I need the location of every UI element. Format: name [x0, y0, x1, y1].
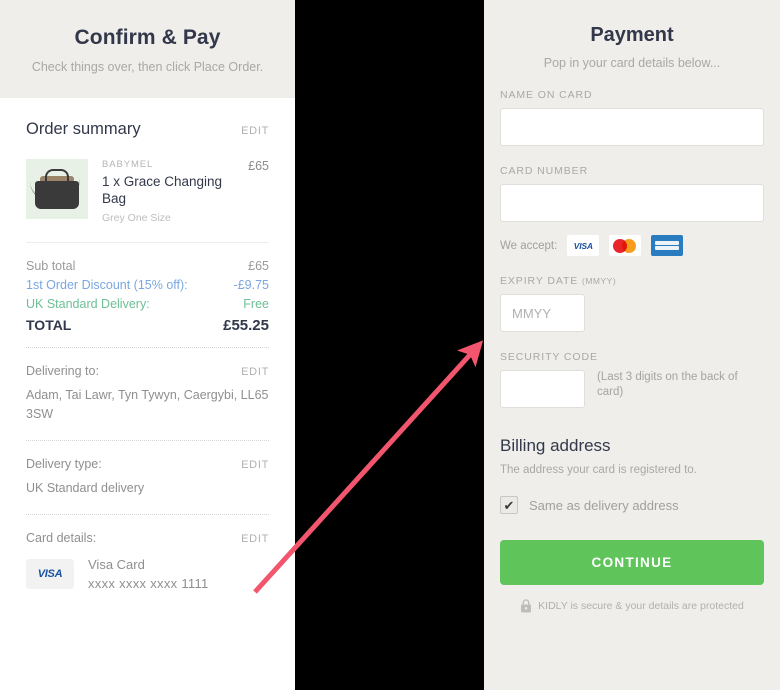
- order-summary-title: Order summary: [26, 120, 141, 138]
- confirm-body: Order summary EDIT BABYMEL 1 x Grace Cha…: [0, 98, 295, 607]
- delivery-type-header: Delivery type: EDIT: [26, 457, 269, 471]
- delivery-type-label: Delivery type:: [26, 457, 102, 471]
- total-label: UK Standard Delivery:: [26, 297, 150, 311]
- bag-body-shape: [35, 181, 79, 209]
- expiry-date-label-text: EXPIRY DATE: [500, 275, 579, 287]
- product-variant: Grey One Size: [102, 212, 171, 224]
- visa-icon: VISA: [567, 235, 600, 256]
- saved-card-text: Visa Card xxxx xxxx xxxx 1111: [74, 557, 209, 591]
- visa-icon: VISA: [26, 559, 74, 589]
- payment-panel: Payment Pop in your card details below..…: [484, 0, 780, 690]
- mastercard-orange-circle: [622, 238, 637, 253]
- order-totals: Sub total £65 1st Order Discount (15% of…: [26, 243, 269, 347]
- payment-subtitle: Pop in your card details below...: [543, 56, 721, 70]
- amex-icon: [651, 235, 684, 256]
- total-amount: -£9.75: [233, 278, 269, 292]
- total-row-subtotal: Sub total £65: [26, 257, 269, 276]
- saved-card-number: xxxx xxxx xxxx 1111: [88, 576, 209, 591]
- card-details-block: Card details: EDIT VISA Visa Card xxxx x…: [26, 515, 269, 607]
- same-as-delivery-row[interactable]: ✔ Same as delivery address: [500, 496, 764, 514]
- security-code-hint: (Last 3 digits on the back of card): [597, 371, 738, 398]
- name-on-card-input[interactable]: [500, 108, 764, 146]
- mastercard-icon: [609, 235, 642, 256]
- total-row-discount: 1st Order Discount (15% off): -£9.75: [26, 276, 269, 295]
- product-price: £65: [248, 159, 269, 173]
- card-number-input[interactable]: [500, 184, 764, 222]
- delivery-type-value: UK Standard delivery: [26, 481, 145, 495]
- product-thumbnail: [26, 159, 88, 219]
- total-label: TOTAL: [26, 317, 72, 333]
- payment-header: Payment Pop in your card details below..…: [500, 0, 764, 70]
- edit-order-summary-link[interactable]: EDIT: [241, 125, 269, 137]
- same-as-delivery-label: Same as delivery address: [529, 497, 679, 513]
- security-code-label: SECURITY CODE: [500, 351, 598, 363]
- we-accept-label: We accept:: [500, 239, 558, 252]
- order-item-row: BABYMEL 1 x Grace Changing Bag Grey One …: [26, 159, 269, 242]
- product-name: 1 x Grace Changing Bag: [102, 174, 223, 206]
- card-details-label: Card details:: [26, 531, 97, 545]
- delivery-type-block: Delivery type: EDIT UK Standard delivery: [26, 441, 269, 514]
- expiry-date-input[interactable]: [500, 294, 585, 332]
- expiry-date-format-hint: (MMYY): [582, 276, 617, 286]
- total-label: Sub total: [26, 259, 76, 273]
- total-amount: Free: [243, 297, 269, 311]
- page-title: Confirm & Pay: [74, 26, 221, 49]
- bag-handle-shape: [45, 169, 69, 181]
- secure-note-row: KIDLY is secure & your details are prote…: [500, 599, 764, 613]
- same-as-delivery-checkbox[interactable]: ✔: [500, 496, 518, 514]
- product-info: BABYMEL 1 x Grace Changing Bag Grey One …: [88, 159, 242, 224]
- edit-delivery-type-link[interactable]: EDIT: [241, 459, 269, 471]
- saved-card-name: Visa Card: [88, 557, 145, 572]
- billing-address-subtitle: The address your card is registered to.: [500, 464, 697, 476]
- confirm-and-pay-panel: Confirm & Pay Check things over, then cl…: [0, 0, 295, 690]
- edit-delivering-to-link[interactable]: EDIT: [241, 366, 269, 378]
- security-code-input[interactable]: [500, 370, 585, 408]
- total-label: 1st Order Discount (15% off):: [26, 278, 188, 292]
- delivering-to-block: Delivering to: EDIT Adam, Tai Lawr, Tyn …: [26, 348, 269, 440]
- edit-card-details-link[interactable]: EDIT: [241, 533, 269, 545]
- security-code-row: (Last 3 digits on the back of card): [500, 363, 764, 408]
- total-row-delivery: UK Standard Delivery: Free: [26, 295, 269, 314]
- secure-note-text: KIDLY is secure & your details are prote…: [538, 600, 744, 612]
- delivering-to-label: Delivering to:: [26, 364, 99, 378]
- card-details-header: Card details: EDIT: [26, 531, 269, 545]
- continue-button[interactable]: CONTINUE: [500, 540, 764, 585]
- amex-logo-lines: [655, 239, 680, 252]
- total-amount: £55.25: [223, 317, 269, 334]
- confirm-header: Confirm & Pay Check things over, then cl…: [0, 0, 295, 98]
- delivering-to-value: Adam, Tai Lawr, Tyn Tywyn, Caergybi, LL6…: [26, 388, 269, 421]
- total-row-grand: TOTAL £55.25: [26, 316, 269, 335]
- billing-address-title: Billing address: [500, 436, 611, 455]
- page-subtitle: Check things over, then click Place Orde…: [31, 60, 264, 74]
- expiry-date-label: EXPIRY DATE (MMYY): [500, 275, 764, 287]
- product-brand: BABYMEL: [102, 159, 154, 170]
- visa-logo-text: VISA: [37, 568, 63, 580]
- total-amount: £65: [248, 259, 269, 273]
- card-number-label: CARD NUMBER: [500, 165, 589, 177]
- payment-title: Payment: [590, 24, 674, 46]
- delivering-to-header: Delivering to: EDIT: [26, 364, 269, 378]
- name-on-card-label: NAME ON CARD: [500, 89, 593, 101]
- checkmark-icon: ✔: [503, 497, 515, 513]
- visa-logo-text: VISA: [573, 240, 593, 251]
- saved-card-row: VISA Visa Card xxxx xxxx xxxx 1111: [26, 557, 269, 591]
- accepted-cards-row: We accept: VISA: [500, 235, 764, 256]
- order-summary-header: Order summary EDIT: [26, 98, 269, 139]
- screenshot-root: Confirm & Pay Check things over, then cl…: [0, 0, 780, 690]
- lock-icon: [521, 599, 532, 613]
